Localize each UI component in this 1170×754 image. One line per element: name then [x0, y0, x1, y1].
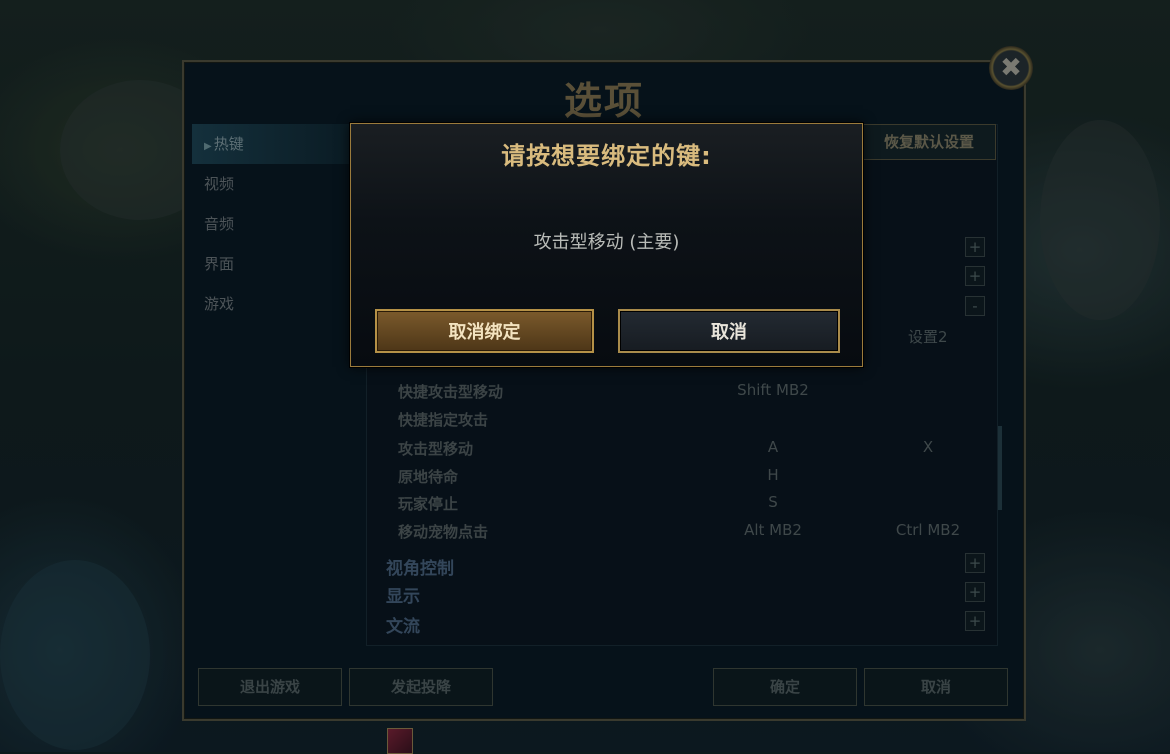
sidebar-item-label: 视频 [204, 175, 235, 193]
sidebar-item-label: 界面 [204, 255, 235, 273]
sidebar-item-hotkeys[interactable]: ▶ 热键 [192, 124, 362, 164]
hotkey-action-label: 原地待命 [398, 468, 459, 486]
hotkey-row[interactable]: 快捷指定攻击 [398, 409, 998, 430]
unbind-button[interactable]: 取消绑定 [375, 309, 594, 353]
sidebar-item-label: 音频 [204, 215, 235, 233]
quit-game-button[interactable]: 退出游戏 [198, 668, 342, 706]
hotkey-action-label: 移动宠物点击 [398, 523, 489, 541]
restore-defaults-button[interactable]: 恢复默认设置 [862, 124, 996, 160]
sidebar-item-game[interactable]: 游戏 [192, 284, 362, 324]
sidebar-item-label: 热键 [213, 135, 244, 153]
section-header-camera[interactable]: 视角控制 [386, 554, 454, 579]
section-header-communication[interactable]: 文流 [386, 612, 420, 637]
options-sidebar: ▶ 热键 视频 音频 界面 游戏 [192, 124, 362, 324]
hotkey-action-label: 快捷攻击型移动 [398, 383, 504, 401]
hotkey-key2[interactable]: X [868, 438, 988, 456]
caret-right-icon: ▶ [204, 141, 212, 152]
hotkey-row[interactable]: 快捷攻击型移动 Shift MB2 [398, 381, 998, 402]
sidebar-item-audio[interactable]: 音频 [192, 204, 362, 244]
hotkey-row[interactable]: 攻击型移动 A X [398, 438, 998, 459]
collapse-minus-icon[interactable]: - [965, 296, 985, 316]
scrollbar-thumb[interactable] [998, 426, 1002, 510]
hotkey-key1[interactable]: H [718, 466, 828, 484]
expand-plus-icon[interactable]: + [965, 611, 985, 631]
hotkey-row[interactable]: 玩家停止 S [398, 493, 998, 514]
expand-plus-icon[interactable]: + [965, 266, 985, 286]
section-header-display[interactable]: 显示 [386, 582, 420, 607]
keybind-cancel-button[interactable]: 取消 [618, 309, 840, 353]
hotkey-action-label: 快捷指定攻击 [398, 411, 489, 429]
hotkey-key1[interactable]: Alt MB2 [718, 521, 828, 539]
ok-button[interactable]: 确定 [713, 668, 857, 706]
hotkey-action-label: 攻击型移动 [398, 440, 474, 458]
close-icon[interactable]: ✖ [989, 46, 1033, 90]
hotkey-key1[interactable]: S [718, 493, 828, 511]
sidebar-item-video[interactable]: 视频 [192, 164, 362, 204]
champion-portrait-icon [387, 728, 413, 754]
hotkey-row[interactable]: 原地待命 H [398, 466, 998, 487]
hotkey-row[interactable]: 移动宠物点击 Alt MB2 Ctrl MB2 [398, 521, 998, 542]
sidebar-item-label: 游戏 [204, 295, 235, 313]
keybind-action-name: 攻击型移动 (主要) [533, 232, 680, 253]
options-cancel-button[interactable]: 取消 [864, 668, 1008, 706]
hotkey-key1[interactable]: Shift MB2 [718, 381, 828, 399]
keybind-dialog-title: 请按想要绑定的键: [501, 142, 712, 170]
hotkey-action-label: 玩家停止 [398, 495, 459, 513]
expand-plus-icon[interactable]: + [965, 553, 985, 573]
surrender-button[interactable]: 发起投降 [349, 668, 493, 706]
sidebar-item-interface[interactable]: 界面 [192, 244, 362, 284]
expand-plus-icon[interactable]: + [965, 237, 985, 257]
expand-plus-icon[interactable]: + [965, 582, 985, 602]
column-header-setting2: 设置2 [908, 328, 948, 346]
hotkey-key2[interactable]: Ctrl MB2 [868, 521, 988, 539]
keybind-dialog: 请按想要绑定的键: 攻击型移动 (主要) 取消绑定 取消 [350, 123, 863, 367]
options-title: 选项 [563, 79, 644, 123]
hotkey-key1[interactable]: A [718, 438, 828, 456]
